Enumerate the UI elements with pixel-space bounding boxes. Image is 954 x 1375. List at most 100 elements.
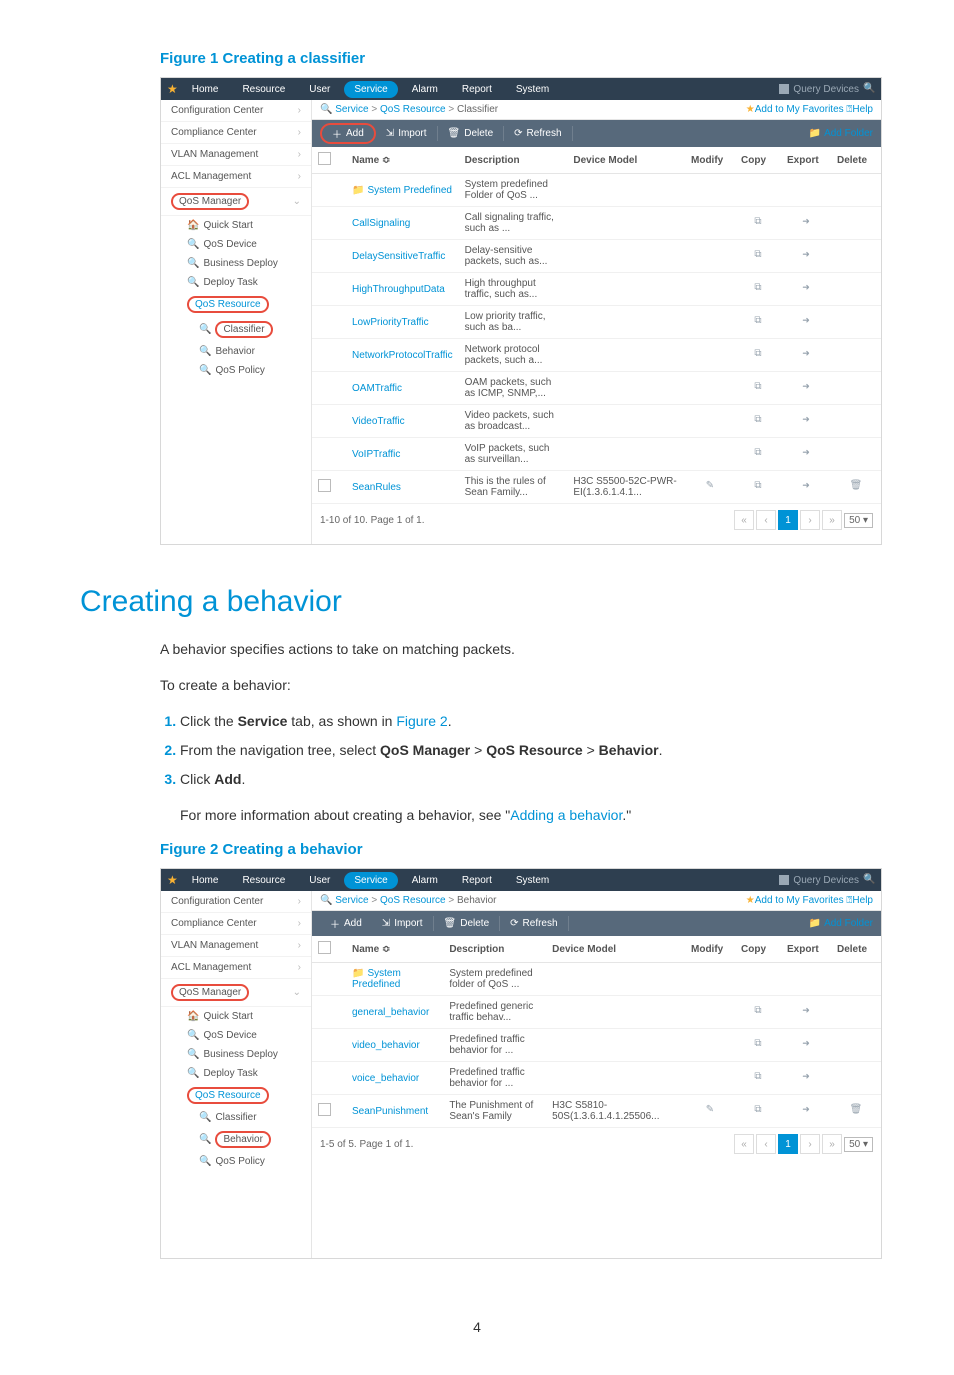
pager-next[interactable]: › [800,1134,820,1154]
export-icon[interactable] [799,282,813,296]
sidebar-leaf-qos-policy[interactable]: 🔍QoS Policy [161,1152,311,1171]
sidebar-sub-deploy-task[interactable]: 🔍Deploy Task [161,273,311,292]
delete-icon[interactable] [849,1104,863,1118]
copy-icon[interactable] [751,414,765,428]
sidebar-item-vlan[interactable]: VLAN Management› [161,144,311,166]
row-name-link[interactable]: OAMTraffic [346,372,459,405]
copy-icon[interactable] [751,1038,765,1052]
sidebar-item-vlan[interactable]: VLAN Management› [161,935,311,957]
sidebar-sub-qos-resource[interactable]: QoS Resource [161,292,311,317]
export-icon[interactable] [799,381,813,395]
sidebar-sub-qos-device[interactable]: 🔍QoS Device [161,1026,311,1045]
sidebar-item-acl[interactable]: ACL Management› [161,166,311,188]
select-all-checkbox[interactable] [318,152,331,165]
sidebar-item-compliance[interactable]: Compliance Center› [161,122,311,144]
modify-icon[interactable] [703,480,717,494]
export-icon[interactable] [799,414,813,428]
nav-system[interactable]: System [506,872,559,889]
import-button[interactable]: ⇲ Import [372,916,434,931]
search-icon[interactable]: 🔍 [863,874,875,886]
query-devices[interactable]: Query Devices [793,84,859,95]
export-icon[interactable] [799,480,813,494]
add-favorites-link[interactable]: Add to My Favorites [755,104,844,115]
sidebar-leaf-behavior[interactable]: 🔍Behavior [161,1127,311,1152]
delete-icon[interactable] [849,480,863,494]
pager-prev[interactable]: ‹ [756,1134,776,1154]
sidebar-sub-quickstart[interactable]: 🏠Quick Start [161,1007,311,1026]
sidebar-item-compliance[interactable]: Compliance Center› [161,913,311,935]
import-button[interactable]: ⇲ Import [376,126,438,141]
add-favorites-link[interactable]: Add to My Favorites [755,895,844,906]
row-name-link[interactable]: VoIPTraffic [346,438,459,471]
pager-per-select[interactable]: 50 ▾ [844,513,873,528]
copy-icon[interactable] [751,315,765,329]
pager-first[interactable]: « [734,1134,754,1154]
sidebar-sub-qos-resource[interactable]: QoS Resource [161,1083,311,1108]
col-name[interactable]: Name ≎ [346,936,443,963]
copy-icon[interactable] [751,249,765,263]
sidebar-item-acl[interactable]: ACL Management› [161,957,311,979]
nav-home[interactable]: Home [182,872,229,889]
crumb-service[interactable]: Service [335,104,368,115]
row-name-link[interactable]: SeanRules [346,471,459,504]
export-icon[interactable] [799,1005,813,1019]
export-icon[interactable] [799,315,813,329]
modify-icon[interactable] [703,1104,717,1118]
pager-per-select[interactable]: 50 ▾ [844,1137,873,1152]
delete-button[interactable]: 🗑 Delete [434,916,501,931]
sidebar-sub-quickstart[interactable]: 🏠Quick Start [161,216,311,235]
sidebar-item-config[interactable]: Configuration Center› [161,100,311,122]
add-button[interactable]: ＋ Add [320,914,372,933]
pager-page[interactable]: 1 [778,1134,798,1154]
nav-service[interactable]: Service [344,872,397,889]
search-icon[interactable]: 🔍 [863,83,875,95]
export-icon[interactable] [799,1038,813,1052]
pager-page[interactable]: 1 [778,510,798,530]
add-folder-link[interactable]: 📁Add Folder [809,918,873,929]
nav-service[interactable]: Service [344,81,397,98]
row-name-link[interactable]: CallSignaling [346,207,459,240]
row-name-link[interactable]: 📁System Predefined [346,174,459,207]
nav-report[interactable]: Report [452,872,502,889]
copy-icon[interactable] [751,1071,765,1085]
col-name[interactable]: Name ≎ [346,147,459,174]
sidebar-sub-business-deploy[interactable]: 🔍Business Deploy [161,254,311,273]
copy-icon[interactable] [751,480,765,494]
pager-prev[interactable]: ‹ [756,510,776,530]
nav-alarm[interactable]: Alarm [402,81,448,98]
export-icon[interactable] [799,216,813,230]
pager-last[interactable]: » [822,510,842,530]
nav-alarm[interactable]: Alarm [402,872,448,889]
query-devices[interactable]: Query Devices [793,875,859,886]
row-name-link[interactable]: video_behavior [346,1029,443,1062]
sidebar-leaf-classifier[interactable]: 🔍Classifier [161,317,311,342]
row-name-link[interactable]: SeanPunishment [346,1095,443,1128]
nav-report[interactable]: Report [452,81,502,98]
row-name-link[interactable]: DelaySensitiveTraffic [346,240,459,273]
crumb-service[interactable]: Service [335,895,368,906]
copy-icon[interactable] [751,447,765,461]
refresh-button[interactable]: ⟳ Refresh [500,916,568,931]
export-icon[interactable] [799,249,813,263]
pager-first[interactable]: « [734,510,754,530]
sidebar-sub-qos-device[interactable]: 🔍QoS Device [161,235,311,254]
row-name-link[interactable]: NetworkProtocolTraffic [346,339,459,372]
row-checkbox[interactable] [318,1103,331,1116]
nav-user[interactable]: User [299,872,340,889]
copy-icon[interactable] [751,1005,765,1019]
nav-user[interactable]: User [299,81,340,98]
row-name-link[interactable]: general_behavior [346,996,443,1029]
row-name-link[interactable]: voice_behavior [346,1062,443,1095]
pager-last[interactable]: » [822,1134,842,1154]
select-all-checkbox[interactable] [318,941,331,954]
sidebar-leaf-qos-policy[interactable]: 🔍QoS Policy [161,361,311,380]
sidebar-item-qos-manager[interactable]: QoS Manager⌄ [161,979,311,1007]
help-link[interactable]: ⍰Help [846,104,873,115]
copy-icon[interactable] [751,1104,765,1118]
row-checkbox[interactable] [318,479,331,492]
add-button[interactable]: ＋ Add [320,123,376,144]
pager-next[interactable]: › [800,510,820,530]
nav-home[interactable]: Home [182,81,229,98]
delete-button[interactable]: 🗑 Delete [438,126,505,141]
nav-resource[interactable]: Resource [232,81,295,98]
